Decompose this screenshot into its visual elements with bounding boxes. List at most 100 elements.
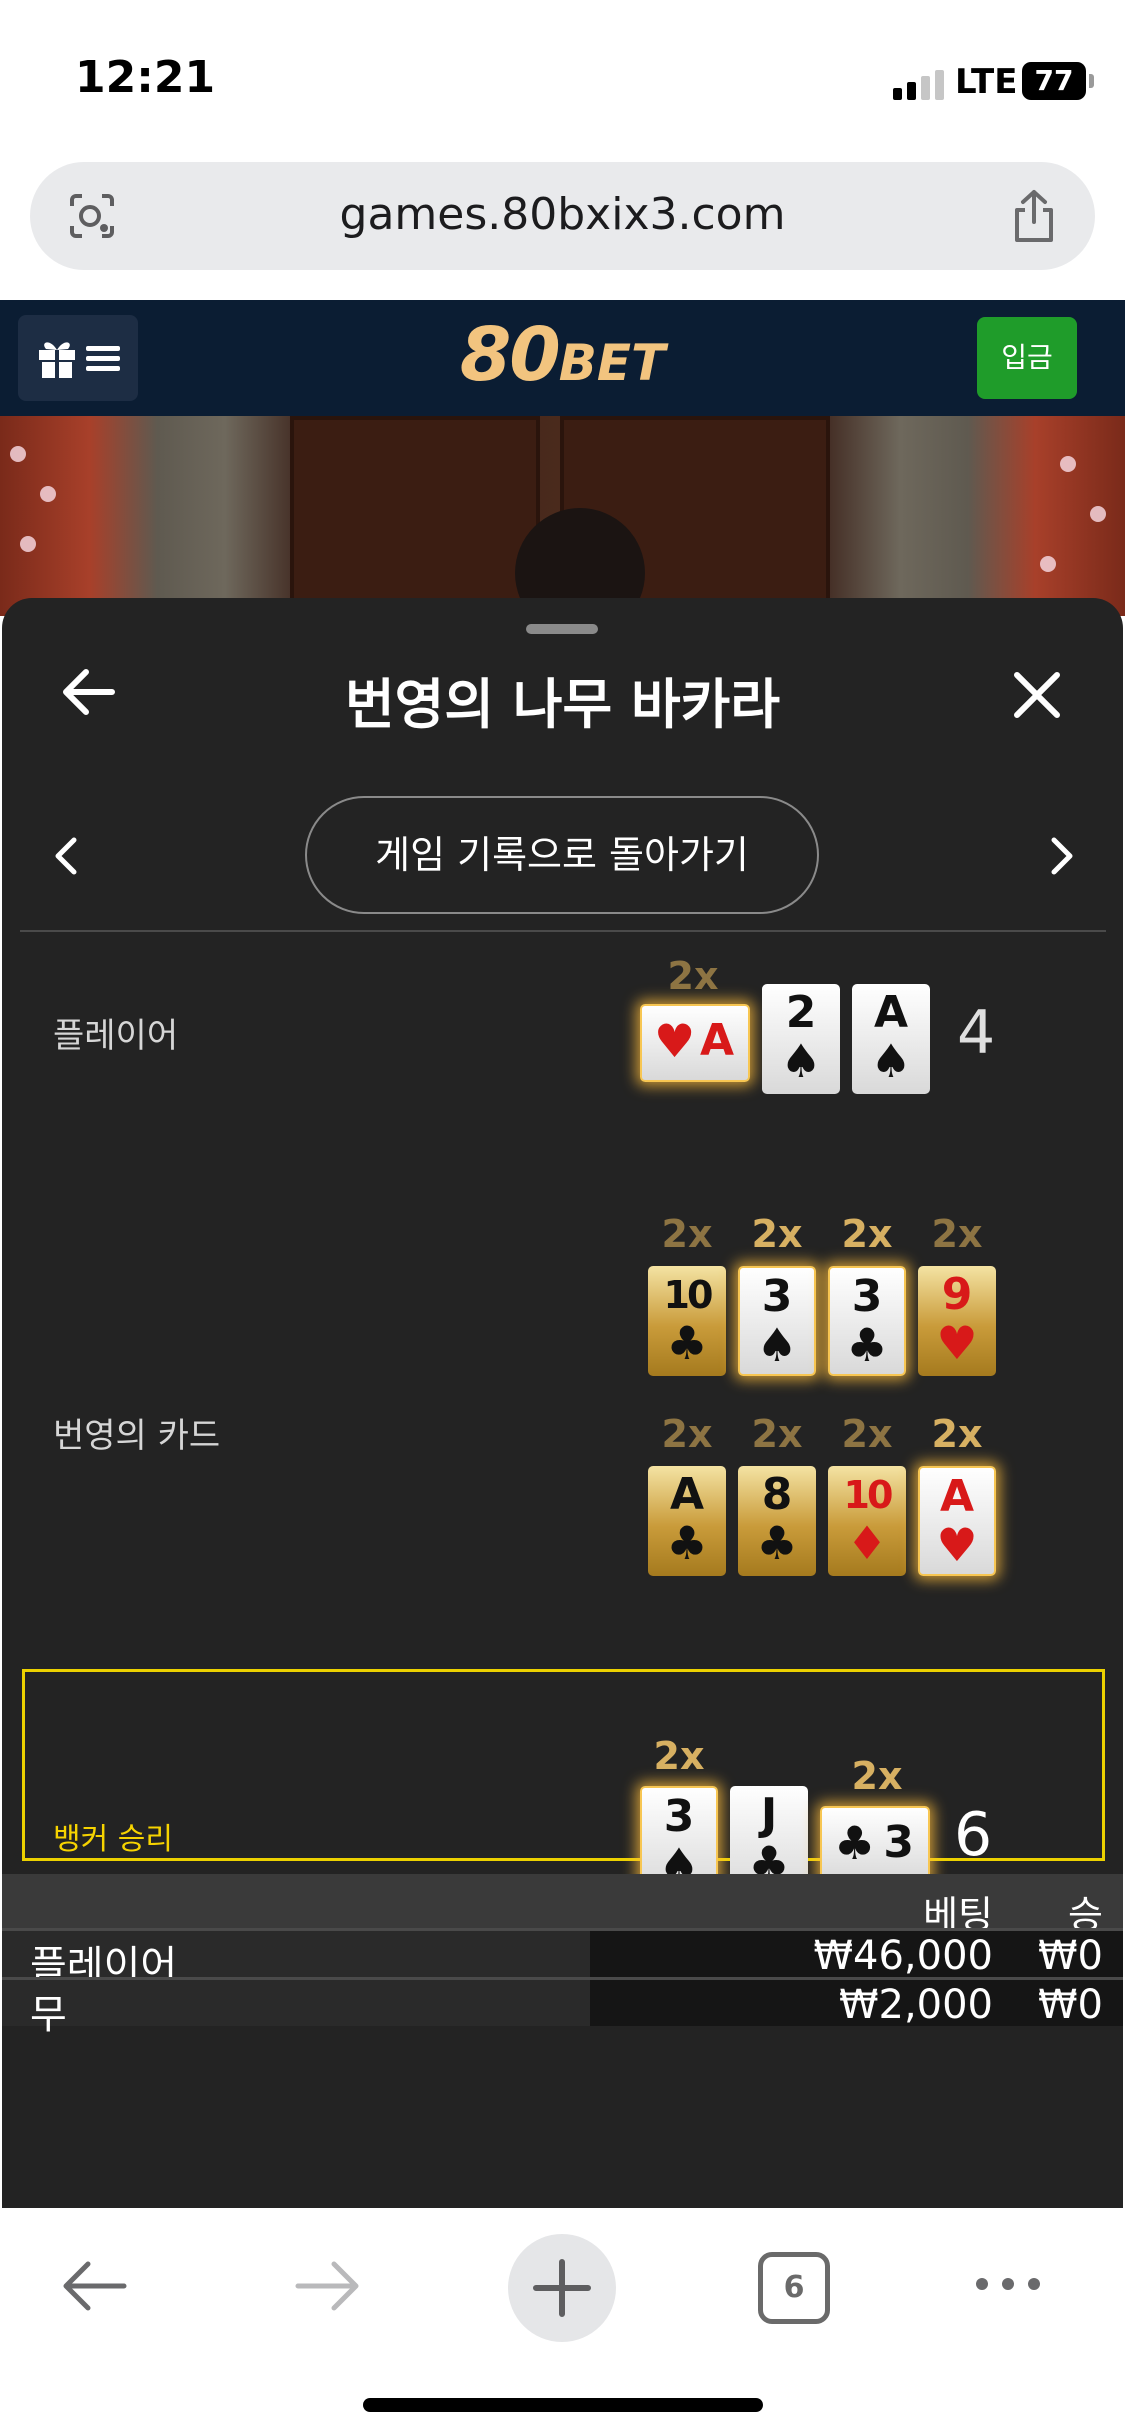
card-rank: A [669,1469,705,1520]
multiplier-badge: 2x [851,1754,903,1798]
tab-switcher-button[interactable]: 6 [758,2252,830,2324]
player-total: 4 [957,998,996,1068]
fortune-card: A ♣ [648,1466,726,1576]
battery-cap [1089,74,1094,88]
card-rank: 3 [761,1271,793,1322]
row-bg: 플레이어 [2,1931,590,1989]
bets-header: 베팅 승 [2,1874,1123,1937]
divider [20,930,1106,932]
fortune-card: 9 ♥ [918,1266,996,1376]
player-card-3: A ♠ [852,984,930,1094]
bet-win: ₩0 [1038,1982,1103,2028]
card-suit: ♥ [936,1316,978,1370]
card-rank: A [873,987,909,1038]
card-rank: 10 [843,1473,894,1517]
logo-number: 80 [459,312,561,398]
card-rank: 8 [761,1469,793,1520]
blossom-decoration [1040,556,1056,572]
fortune-label: 번영의 카드 [53,1416,221,1456]
banker-total: 6 [954,1800,993,1870]
card-suit: ♣ [846,1318,888,1372]
card-suit: ♣ [756,1516,798,1570]
multiplier-badge: 2x [751,1412,803,1456]
multiplier-badge: 2x [751,1212,803,1256]
battery-icon: 77 [1022,62,1086,100]
browser-forward-icon[interactable] [292,2258,364,2314]
card-suit: ♣ [834,1816,876,1870]
table-row: 무 ₩2,000 ₩0 [2,1980,1123,2038]
live-video-backdrop [0,416,1125,616]
site-header: 80BET 입금 [0,300,1125,416]
banker-win-highlight [22,1669,1105,1861]
multiplier-badge: 2x [841,1212,893,1256]
card-suit: ♣ [666,1516,708,1570]
multiplier-badge: 2x [661,1212,713,1256]
chevron-right-icon[interactable] [1048,836,1076,876]
card-suit: ♥ [936,1518,978,1572]
fortune-card: 8 ♣ [738,1466,816,1576]
multiplier-badge: 2x [931,1212,983,1256]
sheet-title: 번영의 나무 바카라 [344,673,781,736]
multiplier-badge: 2x [667,954,719,998]
card-rank: 3 [883,1817,914,1868]
close-icon[interactable] [1012,670,1062,720]
player-card-2: 2 ♠ [762,984,840,1094]
browser-back-icon[interactable] [58,2258,130,2314]
site-logo[interactable]: 80BET [0,312,1125,398]
blossom-decoration [40,486,56,502]
card-rank: J [760,1789,778,1840]
home-indicator [363,2398,763,2412]
card-suit: ♠ [756,1318,798,1372]
banker-card-3: 3 ♣ [820,1806,930,1884]
status-time: 12:21 [75,52,216,103]
card-rank: 2 [785,987,817,1038]
fortune-card: 10 ♣ [648,1266,726,1376]
card-suit: ♠ [870,1034,912,1088]
deposit-button[interactable]: 입금 [977,317,1077,399]
bet-name: 무 [30,1992,67,2038]
bet-win: ₩0 [1038,1933,1103,1979]
url-text[interactable]: games.80bxix3.com [30,189,1095,240]
new-tab-button[interactable] [508,2234,616,2342]
logo-text: BET [558,334,666,392]
multiplier-badge: 2x [661,1412,713,1456]
blossom-decoration [10,446,26,462]
card-rank: A [699,1015,734,1066]
player-label: 플레이어 [53,1016,179,1056]
multiplier-badge: 2x [653,1734,705,1778]
chevron-left-icon[interactable] [52,836,80,876]
more-options-icon[interactable] [972,2272,1044,2296]
card-rank: 9 [941,1269,973,1320]
blossom-decoration [20,536,36,552]
blossom-decoration [1090,506,1106,522]
row-bg: 무 [2,1980,590,2038]
card-suit: ♥ [654,1014,696,1068]
card-rank: 3 [663,1791,695,1842]
row-bg: ₩2,000 ₩0 [590,1980,1123,2028]
fortune-card: 3 ♣ [828,1266,906,1376]
player-card-1: A ♥ [640,1004,750,1082]
status-bar: 12:21 LTE 77 [0,0,1125,150]
backdrop-door-left [290,416,540,616]
blossom-decoration [1060,456,1076,472]
bet-amount: ₩46,000 [813,1933,993,1979]
share-icon[interactable] [1009,188,1059,244]
card-suit: ♠ [780,1034,822,1088]
card-suit: ♣ [666,1316,708,1370]
network-type: LTE [955,62,1018,102]
card-rank: 3 [851,1271,883,1322]
back-to-history-button[interactable]: 게임 기록으로 돌아가기 [305,796,819,914]
fortune-card: A ♥ [918,1466,996,1576]
plus-icon [533,2259,591,2317]
banker-win-label: 뱅커 승리 [53,1822,173,1857]
cellular-signal-icon [893,70,944,100]
sheet-grabber[interactable] [526,624,598,634]
card-suit: ♦ [846,1516,888,1570]
game-detail-sheet: 번영의 나무 바카라 게임 기록으로 돌아가기 플레이어 2x A ♥ 2 ♠ … [2,598,1123,2208]
table-row: 플레이어 ₩46,000 ₩0 [2,1931,1123,1989]
fortune-card: 3 ♠ [738,1266,816,1376]
row-bg: ₩46,000 ₩0 [590,1931,1123,1979]
multiplier-badge: 2x [931,1412,983,1456]
fortune-card: 10 ♦ [828,1466,906,1576]
address-bar[interactable]: games.80bxix3.com [30,162,1095,270]
